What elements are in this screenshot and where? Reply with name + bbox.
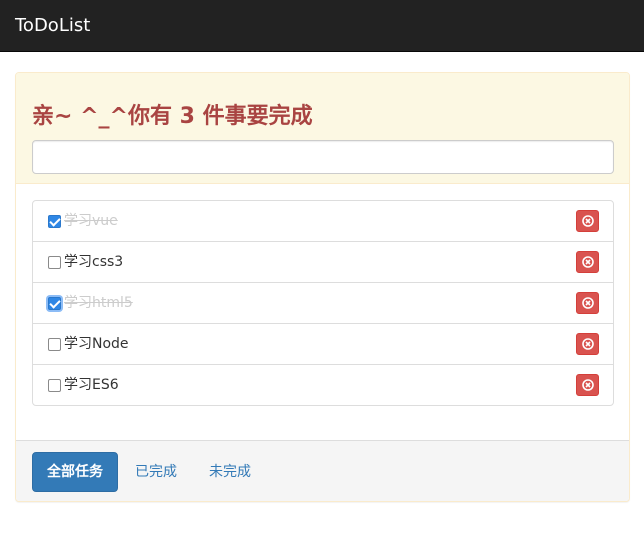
task-checkbox[interactable] — [48, 338, 61, 351]
task-checkbox[interactable] — [48, 379, 61, 392]
remove-circle-icon — [582, 379, 594, 391]
panel-heading: 亲~ ^_^你有 3 件事要完成 — [16, 73, 629, 184]
task-item: 学习html5 — [33, 282, 613, 323]
task-label: 学习html5 — [64, 295, 133, 311]
task-item: 学习Node — [33, 323, 613, 364]
filter-bar: 全部任务 已完成 未完成 — [16, 440, 629, 501]
filter-all-button[interactable]: 全部任务 — [32, 452, 118, 492]
title-prefix: 亲~ ^_^你有 — [32, 104, 180, 129]
task-checkbox[interactable] — [48, 256, 61, 269]
delete-task-button[interactable] — [576, 374, 599, 396]
task-label: 学习ES6 — [64, 377, 119, 393]
remove-circle-icon — [582, 297, 594, 309]
task-list: 学习vue 学习css3 学习html5 学习Node 学习ES6 — [32, 200, 614, 406]
delete-task-button[interactable] — [576, 333, 599, 355]
task-label: 学习Node — [64, 336, 129, 352]
new-task-input[interactable] — [32, 140, 614, 174]
remaining-count-title: 亲~ ^_^你有 3 件事要完成 — [32, 103, 313, 131]
navbar: ToDoList — [0, 0, 644, 52]
task-checkbox[interactable] — [48, 297, 61, 310]
task-item: 学习css3 — [33, 241, 613, 282]
filter-done-link[interactable]: 已完成 — [135, 452, 177, 492]
delete-task-button[interactable] — [576, 210, 599, 232]
todo-panel: 亲~ ^_^你有 3 件事要完成 学习vue 学习css3 学习html5 学习… — [15, 72, 630, 502]
filter-undone-link[interactable]: 未完成 — [209, 452, 251, 492]
remaining-count: 3 — [179, 104, 195, 129]
task-item: 学习vue — [33, 201, 613, 241]
remove-circle-icon — [582, 256, 594, 268]
task-checkbox[interactable] — [48, 215, 61, 228]
title-suffix: 件事要完成 — [194, 104, 313, 129]
task-item: 学习ES6 — [33, 364, 613, 405]
remove-circle-icon — [582, 338, 594, 350]
brand-title[interactable]: ToDoList — [15, 14, 90, 38]
delete-task-button[interactable] — [576, 251, 599, 273]
task-label: 学习css3 — [64, 254, 124, 270]
delete-task-button[interactable] — [576, 292, 599, 314]
remove-circle-icon — [582, 215, 594, 227]
task-label: 学习vue — [64, 213, 118, 229]
